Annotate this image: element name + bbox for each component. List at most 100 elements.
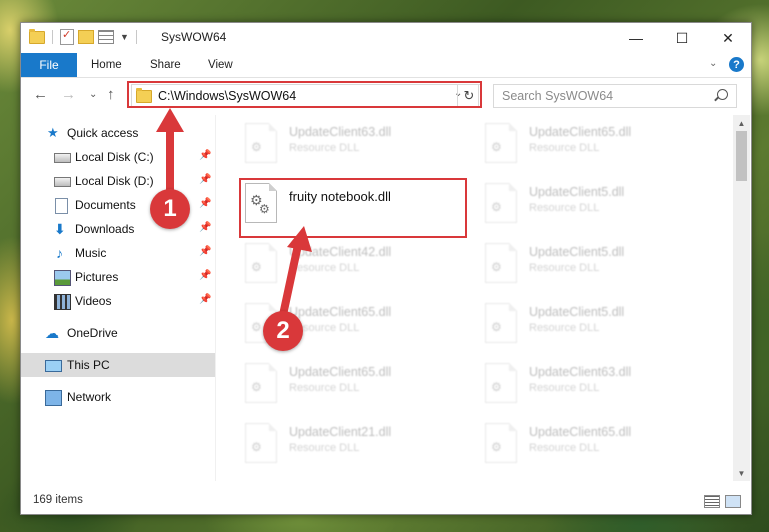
quick-access-toolbar: ▼	[29, 28, 140, 45]
file-item[interactable]: ⚙ UpdateClient5.dll Resource DLL	[477, 239, 707, 289]
recent-locations-chevron-icon[interactable]: ⌄	[89, 89, 97, 100]
file-item[interactable]: ⚙ UpdateClient21.dll Resource DLL	[237, 419, 467, 469]
pin-icon: 📌	[199, 294, 212, 305]
file-type: Resource DLL	[529, 322, 600, 334]
tab-view[interactable]: View	[208, 53, 233, 77]
file-highlight	[239, 178, 467, 238]
file-name: UpdateClient5.dll	[529, 245, 625, 259]
sidebar-item-quick-access[interactable]: ★ Quick access	[21, 121, 215, 145]
pin-icon: 📌	[199, 270, 212, 281]
tab-file[interactable]: File	[21, 53, 77, 77]
gear-icon: ⚙	[251, 320, 262, 334]
sidebar-item-label: Music	[75, 246, 107, 260]
sidebar-item-pictures[interactable]: Pictures 📌	[21, 265, 215, 289]
file-item[interactable]: ⚙ UpdateClient65.dll Resource DLL	[237, 359, 467, 409]
help-icon[interactable]: ?	[729, 57, 744, 72]
dll-file-icon: ⚙	[245, 423, 277, 463]
file-item[interactable]: ⚙ UpdateClient63.dll Resource DLL	[237, 119, 467, 169]
gear-icon: ⚙	[491, 320, 502, 334]
minimize-button[interactable]: —	[613, 23, 659, 53]
file-item[interactable]: ⚙ UpdateClient63.dll Resource DLL	[477, 359, 707, 409]
file-item[interactable]: ⚙ UpdateClient65.dll Resource DLL	[477, 119, 707, 169]
sidebar-item-videos[interactable]: Videos 📌	[21, 289, 215, 313]
chevron-down-icon[interactable]: ▼	[120, 32, 129, 42]
file-item[interactable]: ⚙ UpdateClient5.dll Resource DLL	[477, 179, 707, 229]
forward-arrow-icon[interactable]: →	[61, 86, 76, 103]
picture-icon	[54, 270, 71, 286]
file-item[interactable]: ⚙ UpdateClient5.dll Resource DLL	[477, 299, 707, 349]
gear-icon: ⚙	[251, 440, 262, 454]
pin-icon: 📌	[199, 222, 212, 233]
scroll-down-icon[interactable]: ▼	[733, 465, 750, 481]
folder-icon[interactable]	[29, 28, 45, 44]
tab-home[interactable]: Home	[91, 53, 122, 77]
scroll-up-icon[interactable]: ▲	[733, 115, 750, 131]
gear-icon: ⚙	[491, 440, 502, 454]
ribbon-tabs: File Home Share View ⌄ ?	[21, 53, 751, 78]
file-item[interactable]: ⚙ UpdateClient65.dll Resource DLL	[477, 419, 707, 469]
back-arrow-icon[interactable]: ←	[33, 86, 48, 103]
maximize-button[interactable]: ☐	[659, 23, 705, 53]
window-title: SysWOW64	[161, 30, 227, 44]
up-arrow-icon[interactable]: ↑	[107, 86, 115, 103]
sidebar-item-local-disk-d[interactable]: Local Disk (D:) 📌	[21, 169, 215, 193]
sidebar-item-onedrive[interactable]: ☁ OneDrive	[21, 321, 215, 345]
sidebar-item-label: Local Disk (D:)	[75, 174, 154, 188]
dll-file-icon: ⚙	[485, 183, 517, 223]
dll-file-icon: ⚙	[485, 303, 517, 343]
dll-file-icon: ⚙	[245, 123, 277, 163]
dll-file-icon: ⚙	[485, 243, 517, 283]
tab-share[interactable]: Share	[150, 53, 181, 77]
gear-icon: ⚙	[251, 380, 262, 394]
pin-icon: 📌	[199, 246, 212, 257]
file-type: Resource DLL	[529, 382, 600, 394]
address-bar-highlight	[127, 81, 482, 108]
close-button[interactable]: ✕	[705, 23, 751, 53]
sidebar-item-label: Videos	[75, 294, 112, 308]
scrollbar-thumb[interactable]	[736, 131, 747, 181]
expand-ribbon-icon[interactable]: ⌄	[709, 58, 717, 69]
file-type: Resource DLL	[289, 442, 360, 454]
search-placeholder: Search SysWOW64	[502, 89, 614, 103]
file-type: Resource DLL	[529, 262, 600, 274]
file-name: UpdateClient42.dll	[289, 245, 392, 259]
sidebar-item-this-pc[interactable]: This PC	[21, 353, 215, 377]
file-type: Resource DLL	[289, 262, 360, 274]
large-icons-view-icon[interactable]	[725, 495, 741, 508]
file-name: UpdateClient5.dll	[529, 185, 625, 199]
sidebar-item-label: Local Disk (C:)	[75, 150, 154, 164]
gear-icon: ⚙	[251, 140, 262, 154]
file-name: UpdateClient65.dll	[289, 305, 392, 319]
gear-icon: ⚙	[491, 200, 502, 214]
file-type: Resource DLL	[529, 142, 600, 154]
sidebar-item-network[interactable]: Network	[21, 385, 215, 409]
navigation-pane: ★ Quick access Local Disk (C:) 📌 Local D…	[21, 115, 216, 481]
sidebar-item-label: Quick access	[67, 126, 139, 140]
document-icon	[55, 198, 68, 214]
file-item[interactable]: ⚙ UpdateClient42.dll Resource DLL	[237, 239, 467, 289]
properties-icon[interactable]	[60, 28, 74, 45]
details-view-icon[interactable]	[704, 495, 720, 508]
download-icon: ⬇	[54, 221, 66, 237]
vertical-scrollbar[interactable]: ▲ ▼	[733, 115, 750, 481]
step-badge-1: 1	[150, 189, 190, 229]
sidebar-item-local-disk-c[interactable]: Local Disk (C:) 📌	[21, 145, 215, 169]
search-box[interactable]: Search SysWOW64	[493, 84, 737, 108]
file-name: UpdateClient63.dll	[289, 125, 392, 139]
sidebar-item-label: Pictures	[75, 270, 119, 284]
new-folder-icon[interactable]	[78, 30, 94, 44]
file-list: ⚙ UpdateClient63.dll Resource DLL ⚙ ⚙ fru…	[217, 115, 733, 481]
file-name: UpdateClient63.dll	[529, 365, 632, 379]
customize-view-icon[interactable]	[98, 30, 114, 44]
sidebar-item-label: Documents	[75, 198, 136, 212]
file-name: UpdateClient5.dll	[529, 305, 625, 319]
computer-icon	[45, 360, 62, 372]
file-type: Resource DLL	[289, 142, 360, 154]
video-icon	[54, 294, 71, 310]
network-icon	[45, 390, 62, 406]
pin-icon: 📌	[199, 174, 212, 185]
dll-file-icon: ⚙	[245, 243, 277, 283]
music-icon: ♪	[56, 245, 63, 261]
dll-file-icon: ⚙	[485, 423, 517, 463]
sidebar-item-music[interactable]: ♪ Music 📌	[21, 241, 215, 265]
